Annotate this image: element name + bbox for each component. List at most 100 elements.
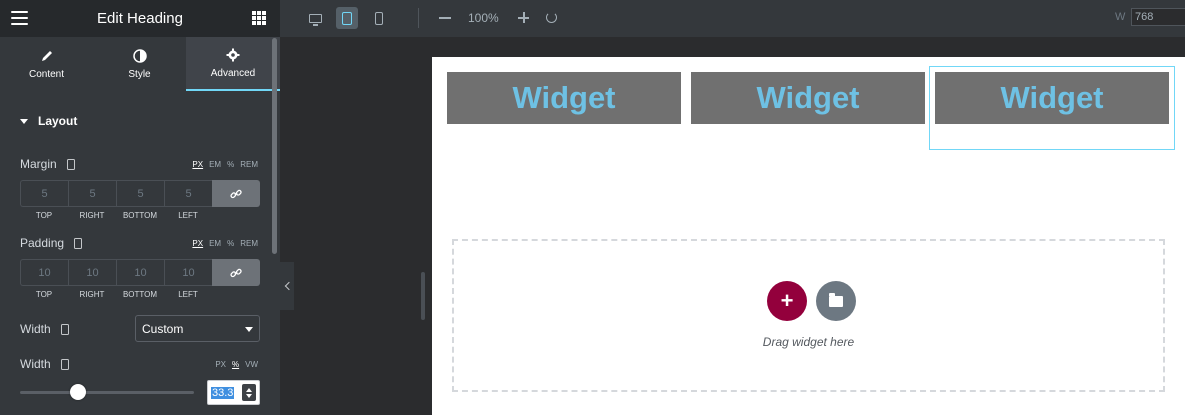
margin-side-left: LEFT bbox=[178, 211, 198, 220]
margin-units: PX EM % REM bbox=[192, 160, 258, 169]
drop-zone-hint: Drag widget here bbox=[762, 335, 855, 349]
width-value-label: Width bbox=[20, 357, 69, 371]
margin-left-input[interactable]: 5 bbox=[164, 180, 212, 207]
panel-header: Edit Heading bbox=[0, 0, 280, 37]
padding-unit-em[interactable]: EM bbox=[209, 239, 221, 248]
margin-side-bottom: BOTTOM bbox=[122, 211, 158, 220]
padding-unit-px[interactable]: PX bbox=[192, 239, 203, 248]
margin-side-labels: TOP RIGHT BOTTOM LEFT bbox=[20, 211, 260, 220]
padding-unit-percent[interactable]: % bbox=[227, 239, 234, 248]
tab-advanced-label: Advanced bbox=[210, 67, 256, 79]
width-unit-px[interactable]: PX bbox=[215, 360, 226, 369]
width-slider-handle[interactable] bbox=[69, 384, 86, 400]
responsive-tablet-icon[interactable] bbox=[60, 358, 69, 370]
tablet-view-button[interactable] bbox=[336, 7, 358, 29]
toolbar-divider bbox=[418, 8, 419, 28]
widget-drop-zone[interactable] bbox=[452, 239, 1165, 392]
margin-unit-px[interactable]: PX bbox=[192, 160, 203, 169]
panel-title: Edit Heading bbox=[97, 10, 183, 27]
reset-zoom-icon[interactable] bbox=[546, 12, 557, 23]
selected-widget-outline bbox=[929, 66, 1175, 150]
responsive-tablet-icon[interactable] bbox=[66, 158, 75, 170]
padding-right-input[interactable]: 10 bbox=[68, 259, 116, 286]
editor-window: Edit Heading Content Style Advanced Layo… bbox=[0, 0, 1185, 415]
responsive-toolbar: 100% W 768 bbox=[280, 0, 1185, 37]
widgets-grid-icon[interactable] bbox=[252, 11, 266, 25]
padding-top-input[interactable]: 10 bbox=[20, 259, 68, 286]
width-mode-label: Width bbox=[20, 322, 69, 336]
tablet-icon bbox=[342, 11, 352, 25]
section-title: Layout bbox=[38, 114, 78, 128]
number-spinner[interactable] bbox=[242, 384, 256, 401]
padding-bottom-input[interactable]: 10 bbox=[116, 259, 164, 286]
heading-widget-1[interactable]: Widget bbox=[447, 72, 681, 124]
padding-link-button[interactable] bbox=[212, 259, 260, 286]
margin-bottom-input[interactable]: 5 bbox=[116, 180, 164, 207]
margin-top-input[interactable]: 5 bbox=[20, 180, 68, 207]
width-label: W bbox=[1115, 11, 1126, 23]
caret-down-icon bbox=[20, 118, 28, 124]
mobile-icon bbox=[375, 11, 383, 25]
margin-side-right: RIGHT bbox=[79, 211, 105, 220]
padding-side-bottom: BOTTOM bbox=[122, 290, 158, 299]
canvas-width-input[interactable]: 768 bbox=[1131, 8, 1185, 26]
width-slider-track[interactable] bbox=[20, 391, 194, 394]
padding-side-labels: TOP RIGHT BOTTOM LEFT bbox=[20, 290, 260, 299]
margin-link-button[interactable] bbox=[212, 180, 260, 207]
collapse-panel-button[interactable] bbox=[280, 262, 294, 310]
margin-unit-percent[interactable]: % bbox=[227, 160, 234, 169]
mobile-view-button[interactable] bbox=[368, 7, 390, 29]
padding-left-input[interactable]: 10 bbox=[164, 259, 212, 286]
folder-icon bbox=[829, 292, 843, 307]
layout-section-toggle[interactable]: Layout bbox=[0, 102, 272, 140]
desktop-view-button[interactable] bbox=[304, 7, 326, 29]
gear-icon bbox=[226, 48, 240, 62]
margin-unit-em[interactable]: EM bbox=[209, 160, 221, 169]
canvas-resize-handle[interactable] bbox=[421, 272, 425, 320]
chevron-down-icon bbox=[245, 327, 253, 332]
width-select[interactable]: Custom bbox=[135, 315, 260, 342]
responsive-tablet-icon[interactable] bbox=[74, 237, 83, 249]
zoom-out-icon[interactable] bbox=[439, 17, 451, 19]
add-section-button[interactable]: + bbox=[767, 281, 807, 321]
tab-style-label: Style bbox=[128, 68, 151, 80]
tab-advanced[interactable]: Advanced bbox=[186, 37, 280, 91]
padding-side-right: RIGHT bbox=[79, 290, 105, 299]
width-units: PX % VW bbox=[215, 360, 258, 369]
width-unit-percent[interactable]: % bbox=[232, 360, 239, 369]
spin-down-icon bbox=[246, 393, 252, 398]
add-template-button[interactable] bbox=[816, 281, 856, 321]
padding-side-left: LEFT bbox=[178, 290, 198, 299]
editor-panel: Edit Heading Content Style Advanced Layo… bbox=[0, 0, 280, 415]
panel-scrollbar[interactable] bbox=[272, 38, 277, 254]
width-mode-label-text: Width bbox=[20, 322, 51, 336]
width-value-label-text: Width bbox=[20, 357, 51, 371]
chevron-left-icon bbox=[284, 281, 293, 291]
tab-content[interactable]: Content bbox=[0, 37, 93, 91]
contrast-icon bbox=[132, 48, 147, 63]
padding-unit-rem[interactable]: REM bbox=[240, 239, 258, 248]
padding-label-text: Padding bbox=[20, 236, 65, 250]
link-icon bbox=[230, 268, 242, 277]
padding-units: PX EM % REM bbox=[192, 239, 258, 248]
menu-icon[interactable] bbox=[11, 11, 28, 25]
tab-content-label: Content bbox=[28, 68, 65, 80]
width-select-value: Custom bbox=[142, 321, 184, 336]
width-number-value: 33.3 bbox=[211, 386, 235, 399]
desktop-icon bbox=[308, 13, 322, 26]
panel-tabs: Content Style Advanced bbox=[0, 37, 280, 91]
margin-side-top: TOP bbox=[35, 211, 53, 220]
width-unit-vw[interactable]: VW bbox=[245, 360, 258, 369]
padding-inputs: 10 10 10 10 bbox=[20, 259, 260, 286]
margin-label: Margin bbox=[20, 157, 75, 171]
responsive-tablet-icon[interactable] bbox=[60, 323, 69, 335]
zoom-level: 100% bbox=[468, 11, 499, 25]
tab-style[interactable]: Style bbox=[93, 37, 186, 91]
margin-unit-rem[interactable]: REM bbox=[240, 160, 258, 169]
margin-inputs: 5 5 5 5 bbox=[20, 180, 260, 207]
margin-right-input[interactable]: 5 bbox=[68, 180, 116, 207]
padding-label: Padding bbox=[20, 236, 83, 250]
margin-label-text: Margin bbox=[20, 157, 57, 171]
heading-widget-2[interactable]: Widget bbox=[691, 72, 925, 124]
width-number-input[interactable]: 33.3 bbox=[207, 380, 260, 405]
